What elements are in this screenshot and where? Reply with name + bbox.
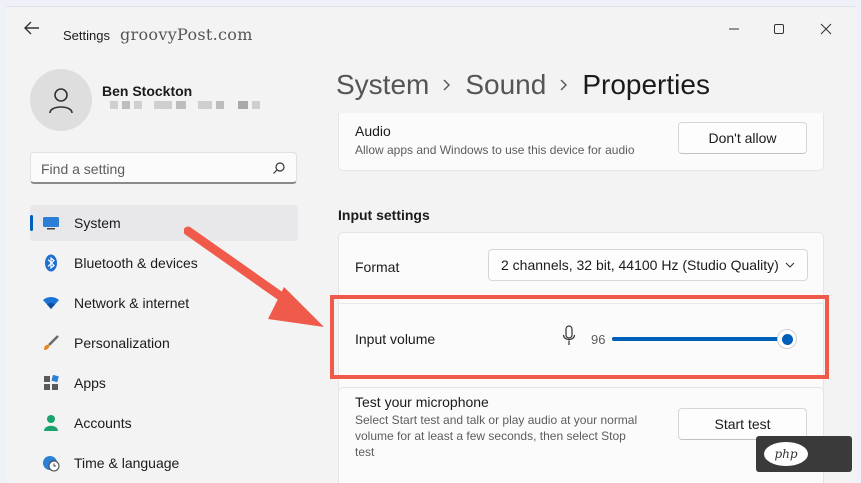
test-mic-description-line: test: [355, 445, 375, 459]
avatar[interactable]: [30, 69, 92, 131]
sidebar-item-apps[interactable]: Apps: [30, 365, 298, 401]
person-icon: [42, 415, 60, 431]
test-microphone-card: Test your microphone Select Start test a…: [338, 387, 824, 483]
sidebar-item-label: System: [74, 215, 121, 231]
test-mic-title: Test your microphone: [355, 394, 489, 410]
sidebar-item-accounts[interactable]: Accounts: [30, 405, 298, 441]
input-settings-card: Format 2 channels, 32 bit, 44100 Hz (Stu…: [338, 232, 824, 392]
breadcrumb: System Sound Properties: [336, 69, 710, 101]
microphone-icon[interactable]: [562, 325, 576, 347]
user-name: Ben Stockton: [102, 83, 193, 99]
app-title: Settings: [63, 28, 110, 43]
maximize-icon: [774, 24, 784, 34]
test-mic-description-line: volume for at least a few seconds, then …: [355, 429, 626, 443]
breadcrumb-sound[interactable]: Sound: [465, 69, 546, 101]
person-icon: [49, 88, 73, 114]
audio-description: Allow apps and Windows to use this devic…: [355, 143, 635, 157]
audio-title: Audio: [355, 123, 391, 139]
slider-fill: [612, 337, 787, 341]
wifi-icon: [42, 295, 60, 311]
arrow-left-icon: [24, 21, 39, 35]
minimize-button[interactable]: [718, 17, 750, 41]
dont-allow-button[interactable]: Don't allow: [678, 122, 807, 154]
annotation-arrow-icon: [184, 226, 324, 327]
search-input[interactable]: [41, 159, 261, 179]
breadcrumb-system[interactable]: System: [336, 69, 429, 101]
sidebar-item-label: Apps: [74, 375, 106, 391]
php-logo: php: [764, 442, 808, 466]
close-icon: [820, 23, 832, 35]
title-bar: Settings groovyPost.com: [6, 7, 855, 51]
minimize-icon: [729, 28, 739, 30]
input-volume-slider[interactable]: [612, 329, 797, 349]
chevron-down-icon: [785, 262, 795, 268]
settings-window: Settings groovyPost.com Ben Stockton Fin…: [6, 6, 855, 483]
globe-clock-icon: [42, 455, 60, 472]
search-icon[interactable]: [272, 161, 286, 175]
close-button[interactable]: [810, 17, 842, 41]
audio-card: Audio Allow apps and Windows to use this…: [338, 113, 824, 171]
slider-thumb[interactable]: [777, 329, 797, 349]
format-dropdown[interactable]: 2 channels, 32 bit, 44100 Hz (Studio Qua…: [488, 249, 808, 281]
format-value: 2 channels, 32 bit, 44100 Hz (Studio Qua…: [501, 257, 779, 273]
back-button[interactable]: [24, 21, 48, 39]
monitor-icon: [42, 215, 60, 231]
bluetooth-icon: [42, 254, 60, 272]
search-box[interactable]: [30, 152, 297, 184]
php-badge: php: [756, 436, 852, 472]
divider: [339, 303, 823, 304]
section-input-settings: Input settings: [338, 207, 430, 223]
input-volume-label: Input volume: [355, 331, 436, 347]
sidebar-item-label: Network & internet: [74, 295, 190, 311]
sidebar-item-label: Time & language: [74, 455, 180, 471]
chevron-right-icon: [443, 75, 451, 96]
format-label: Format: [355, 259, 400, 275]
sidebar-item-label: Accounts: [74, 415, 132, 431]
test-mic-description-line: Select Start test and talk or play audio…: [355, 413, 638, 427]
chevron-right-icon: [560, 75, 568, 96]
watermark-text: groovyPost.com: [120, 25, 253, 44]
volume-value: 96: [591, 332, 606, 347]
brush-icon: [42, 335, 60, 351]
apps-icon: [42, 375, 60, 391]
maximize-button[interactable]: [763, 17, 795, 41]
sidebar-item-label: Bluetooth & devices: [74, 255, 198, 271]
sidebar-item-label: Personalization: [74, 335, 170, 351]
sidebar-item-time-language[interactable]: Time & language: [30, 445, 298, 481]
page-title: Properties: [582, 69, 710, 100]
user-email-redacted: [110, 101, 260, 111]
